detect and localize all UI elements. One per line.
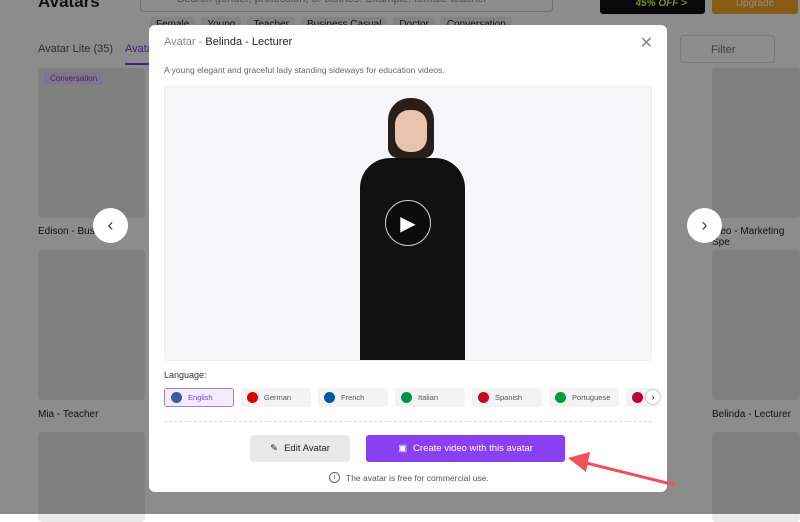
modal-title: Avatar - Belinda - Lecturer: [164, 36, 293, 48]
flag-icon: [247, 392, 258, 403]
divider: [164, 421, 652, 422]
video-icon: ▣: [398, 443, 408, 454]
play-icon[interactable]: ▶: [385, 200, 431, 246]
next-avatar-button[interactable]: ›: [687, 208, 722, 243]
avatar-description: A young elegant and graceful lady standi…: [164, 65, 445, 75]
language-option[interactable]: Spanish: [472, 388, 542, 407]
edit-avatar-button[interactable]: ✎ Edit Avatar: [250, 435, 350, 462]
language-option[interactable]: Portuguese: [549, 388, 619, 407]
language-option[interactable]: Italian: [395, 388, 465, 407]
avatar-name: Belinda - Lecturer: [205, 36, 293, 48]
pencil-icon: ✎: [270, 443, 279, 454]
flag-icon: [478, 392, 489, 403]
language-option[interactable]: French: [318, 388, 388, 407]
chevron-right-icon: ›: [701, 215, 708, 235]
annotation-arrow: [568, 452, 676, 487]
chevron-right-icon[interactable]: ›: [645, 389, 661, 405]
language-list: English German French Italian Spanish Portugu…: [164, 388, 659, 407]
commercial-use-note: i The avatar is free for commercial use.: [329, 472, 489, 483]
language-label: English: [188, 393, 213, 402]
previous-avatar-button[interactable]: ‹: [93, 208, 128, 243]
avatar-video-preview[interactable]: ▶: [164, 85, 652, 361]
language-label: French: [341, 393, 365, 402]
language-option[interactable]: English: [164, 388, 234, 407]
flag-icon: [555, 392, 566, 403]
language-option[interactable]: German: [241, 388, 311, 407]
flag-icon: [401, 392, 412, 403]
create-video-button[interactable]: ▣ Create video with this avatar: [366, 435, 565, 462]
language-label: Portuguese: [572, 393, 611, 402]
flag-icon: [324, 392, 335, 403]
language-label: German: [264, 393, 292, 402]
language-label: Language:: [164, 370, 207, 380]
chevron-left-icon: ‹: [107, 215, 114, 235]
info-icon: i: [329, 472, 340, 483]
language-label: Italian: [418, 393, 439, 402]
flag-icon: [171, 392, 182, 403]
close-icon[interactable]: ✕: [640, 33, 653, 53]
flag-icon: [632, 392, 643, 403]
avatar-detail-modal: Avatar - Belinda - Lecturer ✕ A young el…: [149, 25, 667, 492]
language-label: Spanish: [495, 393, 523, 402]
